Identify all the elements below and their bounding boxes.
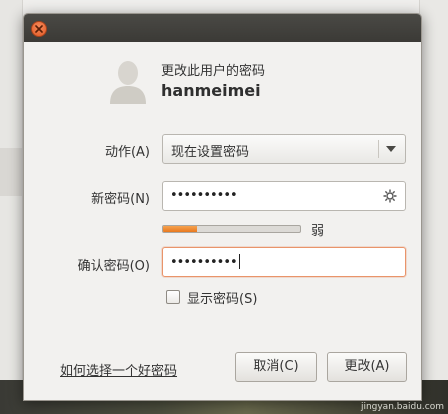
- action-value: 现在设置密码: [171, 145, 250, 160]
- username: hanmeimei: [161, 81, 261, 100]
- password-help-link[interactable]: 如何选择一个好密码: [60, 360, 177, 379]
- new-password-value: ••••••••••: [170, 188, 238, 203]
- combo-separator: [378, 140, 379, 158]
- password-strength-bar: [162, 225, 301, 233]
- background-selected-row: [0, 148, 22, 196]
- dialog-heading: 更改此用户的密码: [161, 64, 266, 79]
- background-left-panel: [0, 0, 23, 414]
- change-button[interactable]: 更改(A): [327, 352, 407, 382]
- new-password-field[interactable]: ••••••••••: [162, 181, 406, 211]
- password-strength-text: 弱: [311, 224, 325, 239]
- close-button[interactable]: [31, 21, 47, 37]
- close-icon: [35, 25, 43, 33]
- confirm-password-label: 确认密码(O): [77, 259, 150, 274]
- user-avatar-icon: [110, 61, 146, 104]
- action-label: 动作(A): [104, 145, 150, 160]
- action-combobox[interactable]: 现在设置密码: [162, 134, 406, 164]
- background-right-panel: [419, 0, 448, 380]
- generate-password-icon[interactable]: [383, 189, 397, 203]
- dropdown-arrow-icon: [386, 146, 396, 152]
- change-password-dialog: 更改此用户的密码 hanmeimei 动作(A) 现在设置密码 新密码(N) •…: [23, 13, 422, 401]
- password-strength-fill: [163, 226, 198, 232]
- titlebar: [24, 14, 421, 42]
- show-password-checkbox[interactable]: [166, 290, 180, 304]
- cancel-button[interactable]: 取消(C): [235, 352, 317, 382]
- watermark: jingyan.baidu.com: [360, 402, 444, 412]
- text-caret: [238, 254, 240, 269]
- show-password-label[interactable]: 显示密码(S): [187, 288, 257, 307]
- confirm-password-field[interactable]: ••••••••••: [162, 247, 406, 277]
- new-password-label: 新密码(N): [91, 192, 150, 207]
- confirm-password-value: ••••••••••: [170, 254, 240, 270]
